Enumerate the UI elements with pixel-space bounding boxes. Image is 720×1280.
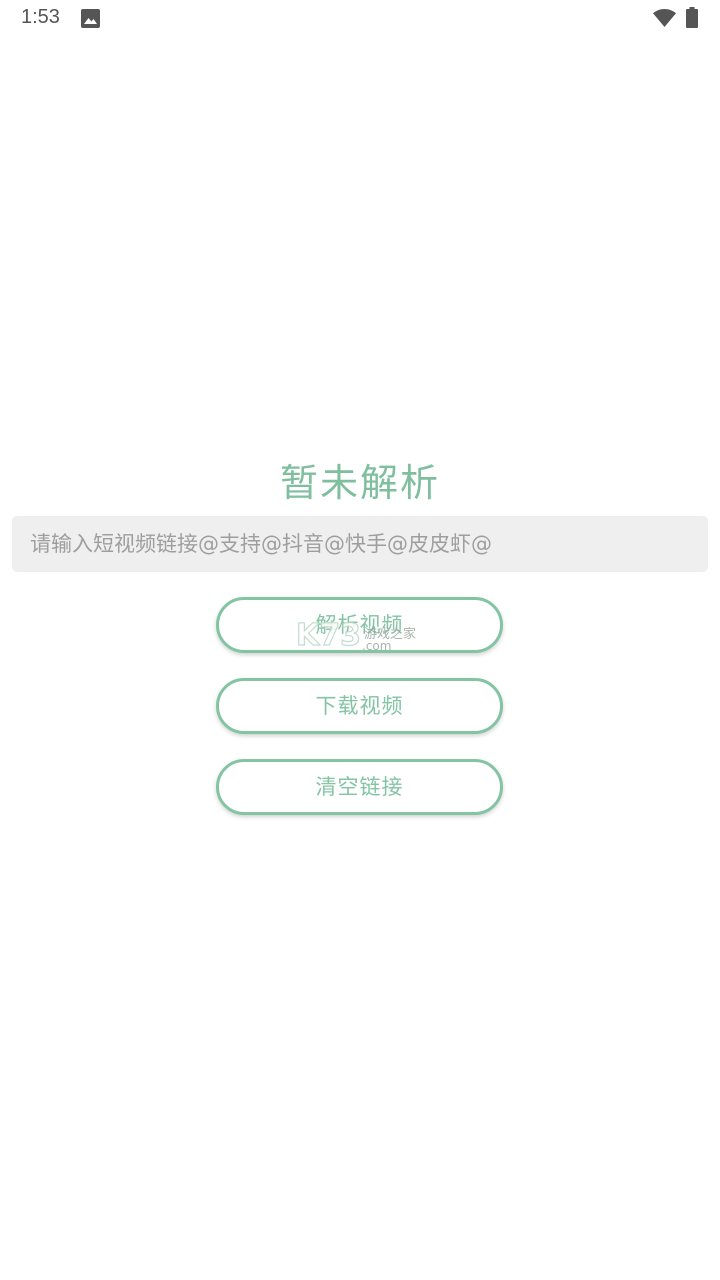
parse-video-button[interactable]: 解析视频 (216, 597, 503, 653)
video-link-input[interactable] (12, 516, 708, 572)
status-bar: 1:53 (0, 0, 720, 40)
download-video-button[interactable]: 下载视频 (216, 678, 503, 734)
wifi-icon (653, 9, 676, 27)
clear-link-button[interactable]: 清空链接 (216, 759, 503, 815)
image-icon (81, 9, 100, 28)
parse-status-title: 暂未解析 (279, 461, 440, 505)
app-screen: 1:53 暂未解析 解析视频 下载视频 清空链接 K73 游戏之家 .com (0, 0, 720, 1280)
status-time: 1:53 (21, 6, 60, 28)
battery-icon (686, 7, 698, 28)
